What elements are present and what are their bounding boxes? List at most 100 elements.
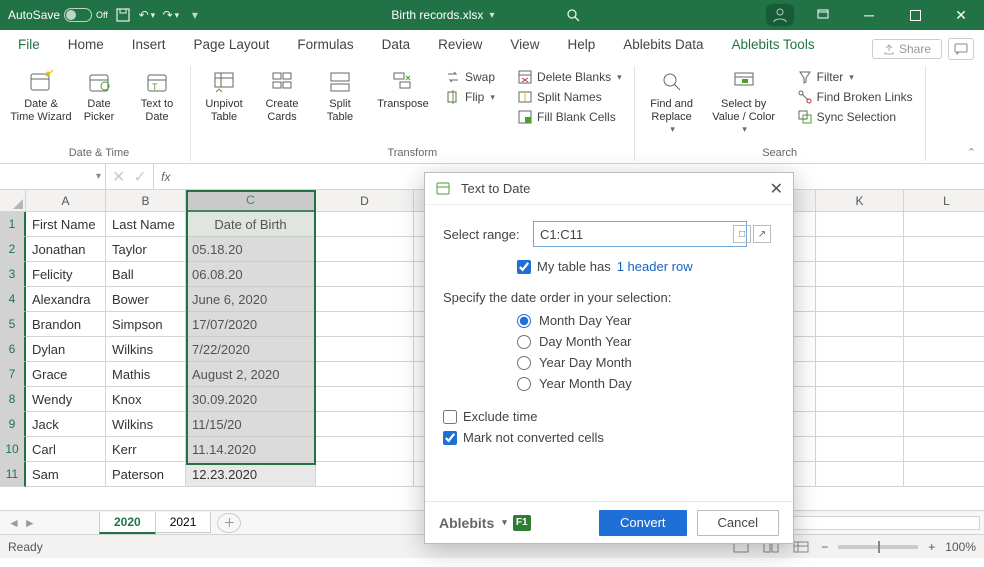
column-header[interactable]: L — [904, 190, 984, 212]
tab-insert[interactable]: Insert — [118, 31, 180, 60]
cell[interactable]: Wilkins — [106, 337, 186, 362]
tab-data[interactable]: Data — [368, 31, 425, 60]
row-header[interactable]: 7 — [0, 362, 26, 387]
cell[interactable] — [816, 312, 904, 337]
cell[interactable]: Sam — [26, 462, 106, 487]
row-header[interactable]: 4 — [0, 287, 26, 312]
comments-button[interactable] — [948, 38, 974, 60]
cell[interactable]: Knox — [106, 387, 186, 412]
cell[interactable] — [316, 287, 414, 312]
row-header[interactable]: 3 — [0, 262, 26, 287]
header-row-link[interactable]: 1 header row — [617, 259, 693, 274]
row-header[interactable]: 1 — [0, 212, 26, 237]
cell[interactable]: 06.08.20 — [186, 262, 316, 287]
cell[interactable]: 11/15/20 — [186, 412, 316, 437]
cell[interactable]: Brandon — [26, 312, 106, 337]
cell[interactable] — [316, 437, 414, 462]
filter-button[interactable]: Filter▾ — [793, 68, 917, 86]
cell[interactable] — [316, 212, 414, 237]
cell[interactable] — [816, 362, 904, 387]
filename-dropdown-icon[interactable]: ▾ — [489, 10, 494, 21]
cell[interactable]: Last Name — [106, 212, 186, 237]
cell[interactable]: Carl — [26, 437, 106, 462]
tab-ablebits-data[interactable]: Ablebits Data — [609, 31, 717, 60]
account-icon[interactable] — [766, 4, 794, 26]
tab-formulas[interactable]: Formulas — [283, 31, 367, 60]
cell[interactable]: 17/07/2020 — [186, 312, 316, 337]
dialog-titlebar[interactable]: Text to Date ✕ — [425, 173, 793, 205]
close-icon[interactable]: ✕ — [938, 0, 984, 30]
sync-selection-button[interactable]: Sync Selection — [793, 108, 917, 126]
cell[interactable]: Wilkins — [106, 412, 186, 437]
cell[interactable] — [904, 212, 984, 237]
cell[interactable] — [904, 437, 984, 462]
search-icon[interactable] — [566, 8, 580, 22]
cell[interactable] — [904, 337, 984, 362]
tab-review[interactable]: Review — [424, 31, 496, 60]
cell[interactable]: Mathis — [106, 362, 186, 387]
cell[interactable]: Jack — [26, 412, 106, 437]
exclude-time-checkbox[interactable] — [443, 410, 457, 424]
cell[interactable] — [316, 337, 414, 362]
share-button[interactable]: Share — [872, 39, 942, 59]
row-header[interactable]: 5 — [0, 312, 26, 337]
zoom-level[interactable]: 100% — [945, 540, 976, 554]
cell[interactable] — [904, 412, 984, 437]
cell[interactable] — [816, 262, 904, 287]
zoom-in-icon[interactable]: + — [928, 540, 935, 554]
has-header-checkbox[interactable] — [517, 260, 531, 274]
tab-page-layout[interactable]: Page Layout — [180, 31, 284, 60]
cell[interactable] — [316, 387, 414, 412]
select-all-corner[interactable] — [0, 190, 26, 212]
sheet-nav-next-icon[interactable]: ► — [24, 516, 36, 530]
collapse-ribbon-icon[interactable]: ⌃ — [967, 146, 976, 159]
row-header[interactable]: 6 — [0, 337, 26, 362]
radio-ymd[interactable] — [517, 377, 531, 391]
row-header[interactable]: 10 — [0, 437, 26, 462]
name-box[interactable]: ▾ — [0, 164, 106, 189]
cell[interactable]: Paterson — [106, 462, 186, 487]
ribbon-display-icon[interactable] — [800, 0, 846, 30]
radio-mdy[interactable] — [517, 314, 531, 328]
transpose-button[interactable]: Transpose — [373, 66, 433, 111]
column-header[interactable]: K — [816, 190, 904, 212]
sheet-tab-2021[interactable]: 2021 — [155, 512, 212, 533]
zoom-out-icon[interactable]: − — [821, 540, 828, 554]
row-header[interactable]: 9 — [0, 412, 26, 437]
cell[interactable] — [816, 237, 904, 262]
tab-ablebits-tools[interactable]: Ablebits Tools — [718, 31, 829, 60]
cell[interactable] — [316, 462, 414, 487]
add-sheet-button[interactable]: ＋ — [217, 513, 241, 533]
cell[interactable]: Felicity — [26, 262, 106, 287]
column-header[interactable]: C — [186, 190, 316, 212]
cell[interactable]: Date of Birth — [186, 212, 316, 237]
cell[interactable] — [816, 462, 904, 487]
cell[interactable] — [316, 362, 414, 387]
cell[interactable]: 7/22/2020 — [186, 337, 316, 362]
ablebits-brand[interactable]: Ablebits ▾ F1 — [439, 515, 531, 531]
split-names-button[interactable]: Split Names — [513, 88, 626, 106]
undo-icon[interactable]: ↶▾ — [138, 6, 156, 24]
save-icon[interactable] — [114, 6, 132, 24]
delete-blanks-button[interactable]: Delete Blanks▾ — [513, 68, 626, 86]
zoom-slider[interactable] — [838, 545, 918, 549]
cell[interactable] — [316, 312, 414, 337]
page-break-view-icon[interactable] — [791, 538, 811, 556]
cell[interactable]: 11.14.2020 — [186, 437, 316, 462]
cell[interactable] — [904, 387, 984, 412]
radio-dmy[interactable] — [517, 335, 531, 349]
expand-range-icon[interactable]: ↗ — [753, 225, 771, 243]
tab-file[interactable]: File — [4, 31, 54, 60]
cell[interactable]: Simpson — [106, 312, 186, 337]
date-picker-button[interactable]: Date Picker — [74, 66, 124, 124]
cell[interactable]: 30.09.2020 — [186, 387, 316, 412]
cell[interactable] — [816, 387, 904, 412]
swap-button[interactable]: Swap — [441, 68, 499, 86]
cell[interactable] — [816, 437, 904, 462]
sheet-tab-2020[interactable]: 2020 — [99, 512, 156, 534]
create-cards-button[interactable]: Create Cards — [257, 66, 307, 124]
cell[interactable] — [904, 237, 984, 262]
cell[interactable]: Alexandra — [26, 287, 106, 312]
cell[interactable]: Grace — [26, 362, 106, 387]
cell[interactable]: August 2, 2020 — [186, 362, 316, 387]
